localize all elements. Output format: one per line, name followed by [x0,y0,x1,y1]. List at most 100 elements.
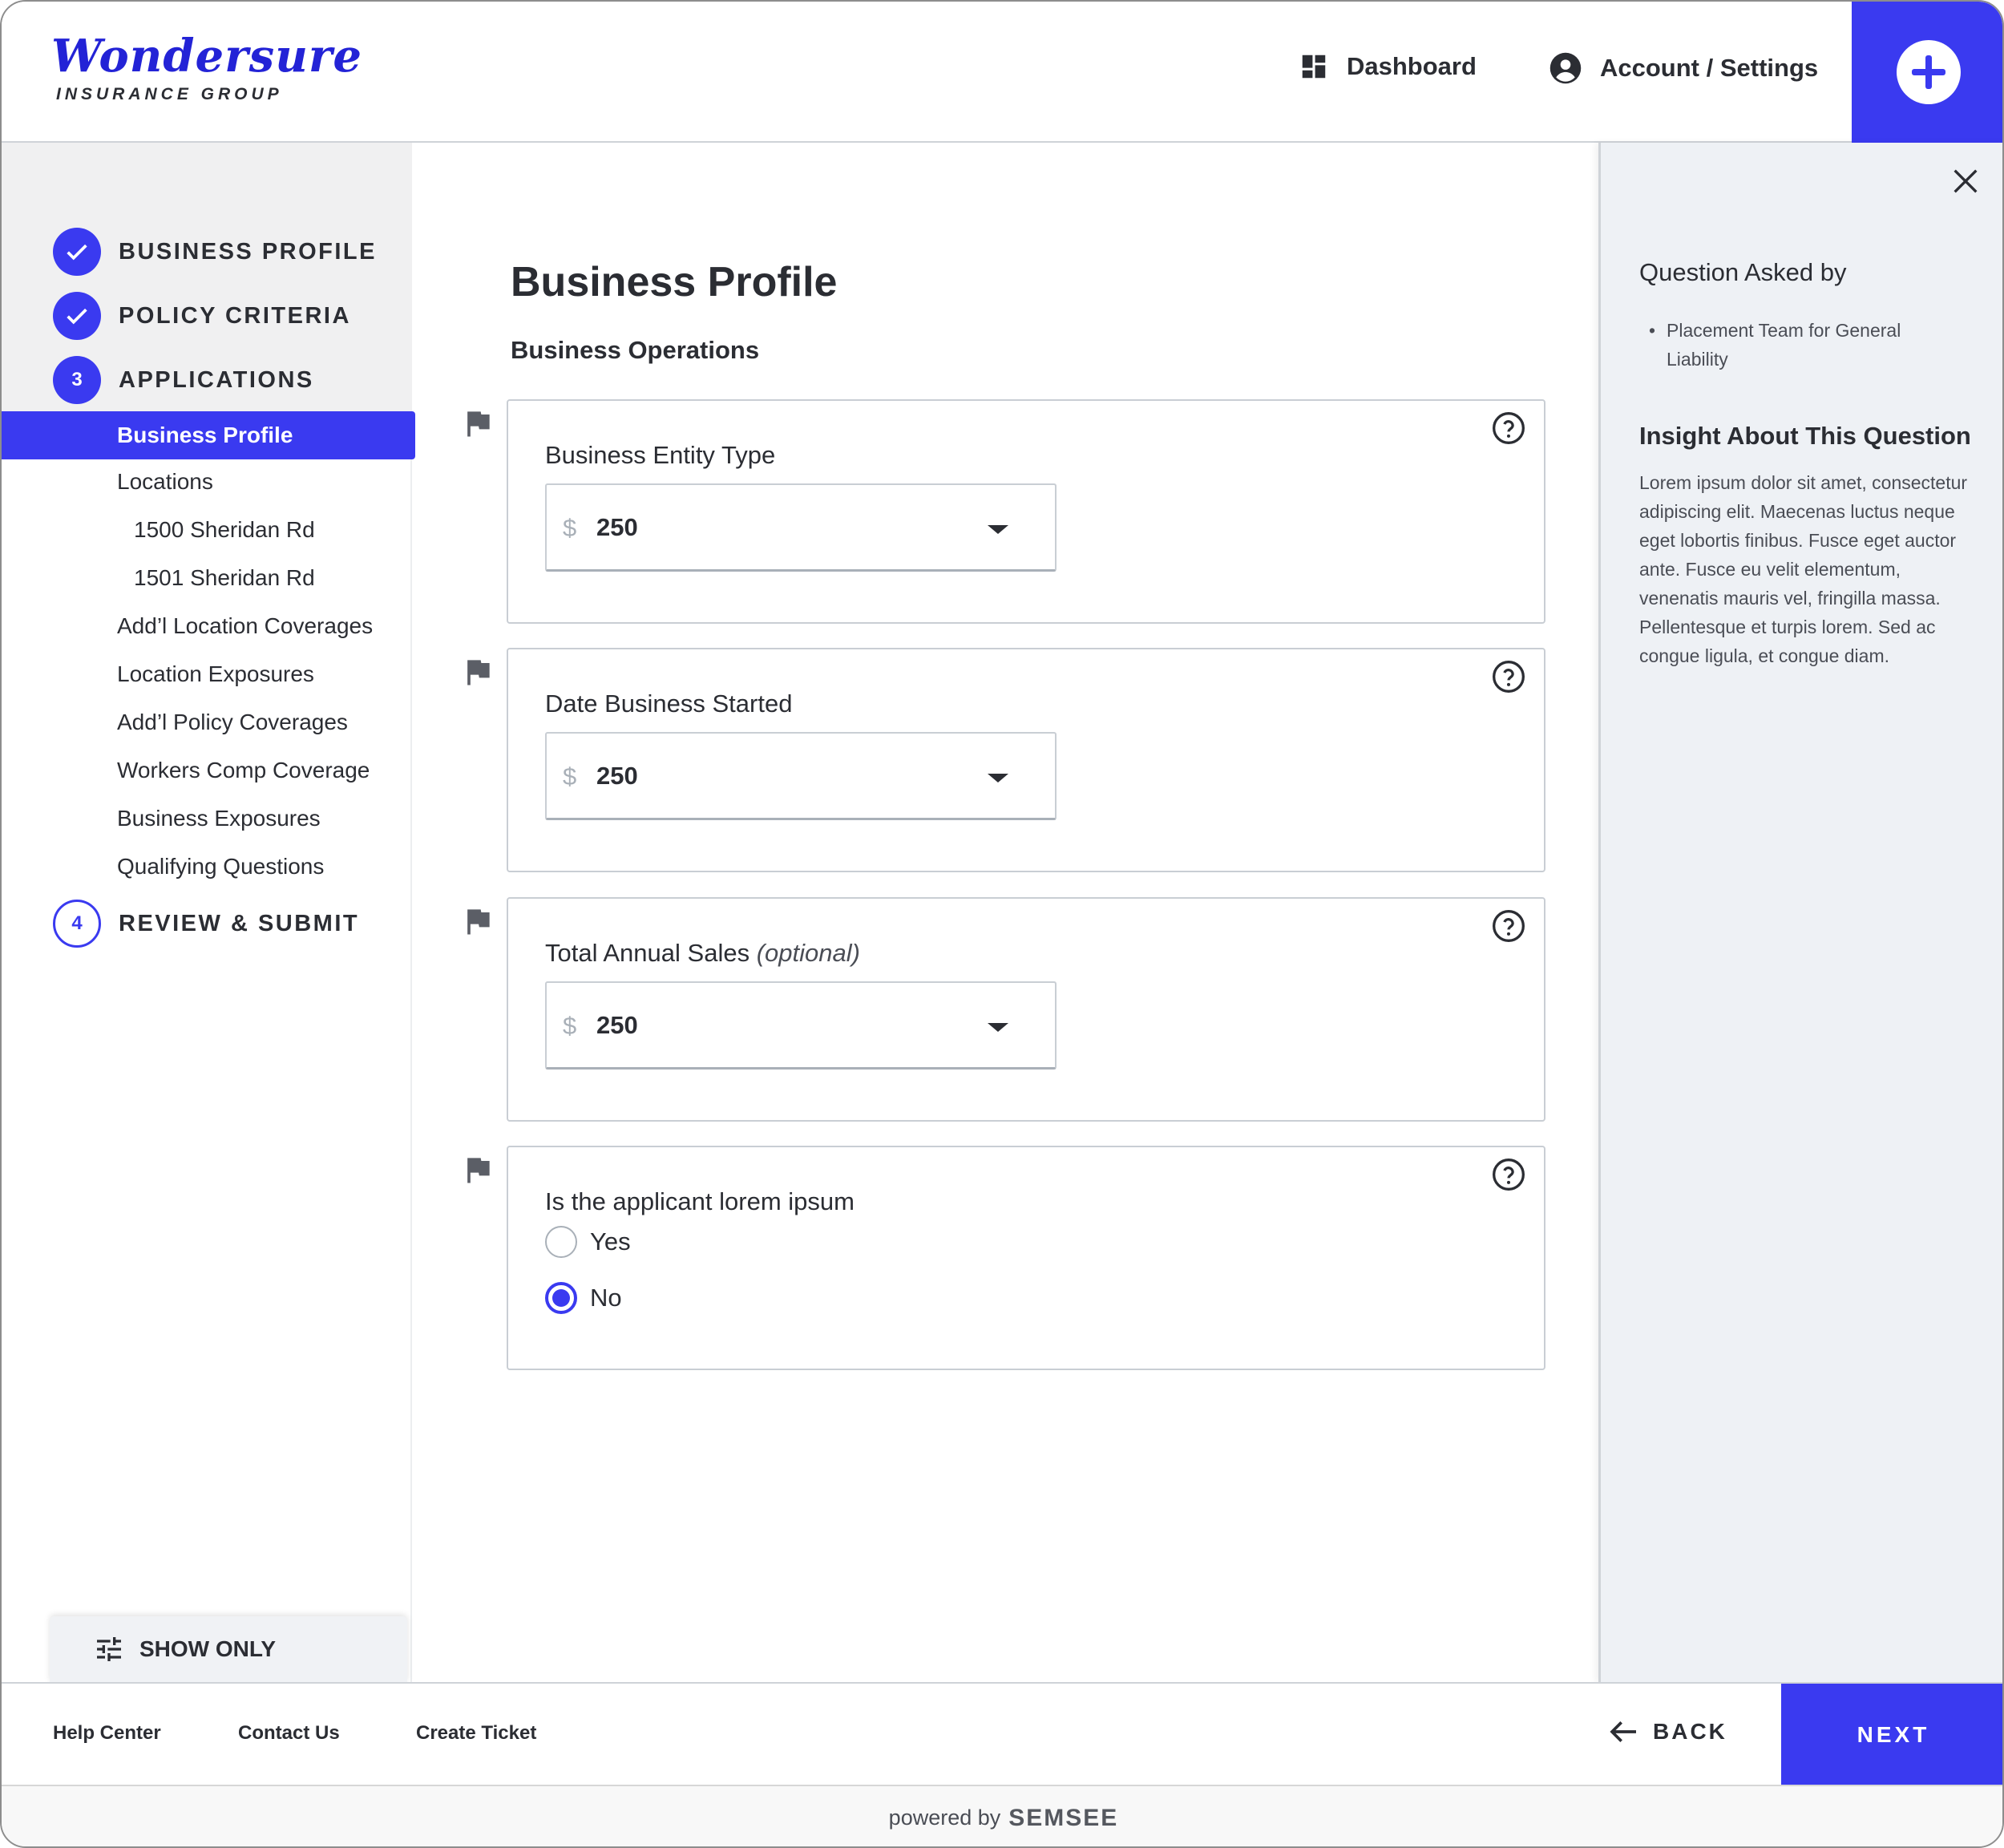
sidebar-item-location-1501[interactable]: 1501 Sheridan Rd [134,565,315,591]
question-insight-panel: Question Asked by Placement Team for Gen… [1598,143,2002,1682]
select-value: 250 [596,1011,638,1039]
footer-bar: Help Center Contact Us Create Ticket BAC… [2,1682,2002,1786]
powered-by-text: powered by [888,1806,1001,1830]
powered-by-bar: powered by SEMSEE [2,1785,2002,1846]
step-label: REVIEW & SUBMIT [119,910,360,936]
help-circle-icon[interactable] [1491,659,1526,694]
sidebar-item-location-exposures[interactable]: Location Exposures [117,661,314,687]
dashboard-link[interactable]: Dashboard [1299,51,1477,82]
step-policy-criteria[interactable]: POLICY CRITERIA [53,292,351,340]
contact-us-link[interactable]: Contact Us [238,1722,340,1745]
step-complete-badge [53,228,101,276]
radio-option-no[interactable]: No [545,1282,622,1314]
sidebar-item-business-exposures[interactable]: Business Exposures [117,806,321,831]
account-settings-label: Account / Settings [1600,54,1819,82]
question-label: Total Annual Sales (optional) [545,939,860,968]
sidebar-item-business-profile[interactable]: Business Profile [2,411,415,459]
radio-option-yes[interactable]: Yes [545,1226,631,1258]
help-center-link[interactable]: Help Center [53,1722,161,1745]
question-card-applicant-lorem-ipsum: Is the applicant lorem ipsum Yes No [507,1146,1545,1370]
insight-title: Insight About This Question [1639,422,1971,450]
main-content: Business Profile Business Operations Bus… [412,143,1598,1682]
brand-subtitle: INSURANCE GROUP [56,85,283,103]
total-annual-sales-select[interactable]: $ 250 [545,981,1057,1070]
currency-symbol: $ [563,1012,577,1040]
question-asked-by-item: Placement Team for General Liability [1649,316,1962,374]
powered-by-brand: SEMSEE [1008,1804,1119,1831]
help-circle-icon[interactable] [1491,410,1526,446]
help-circle-icon[interactable] [1491,908,1526,944]
question-text: Total Annual Sales [545,939,750,967]
question-card-business-entity-type: Business Entity Type $ 250 [507,399,1545,624]
arrow-left-icon [1610,1721,1636,1742]
question-card-date-business-started: Date Business Started $ 250 [507,648,1545,872]
date-business-started-select[interactable]: $ 250 [545,732,1057,820]
currency-symbol: $ [563,514,577,542]
step-label: POLICY CRITERIA [119,302,351,329]
question-text: Date Business Started [545,689,793,718]
sidebar-item-workers-comp-coverage[interactable]: Workers Comp Coverage [117,758,370,783]
select-value: 250 [596,513,638,541]
step-number-badge: 4 [53,900,101,948]
sidebar-item-qualifying-questions[interactable]: Qualifying Questions [117,854,324,880]
question-asked-by-title: Question Asked by [1639,258,1847,286]
check-icon [67,244,87,261]
sidebar-item-location-1500[interactable]: 1500 Sheridan Rd [134,517,315,543]
sidebar-item-locations[interactable]: Locations [117,469,213,495]
step-number-badge: 3 [53,356,101,404]
flag-icon[interactable] [460,904,495,939]
create-ticket-link[interactable]: Create Ticket [416,1722,536,1745]
caret-down-icon [988,1023,1008,1032]
help-circle-icon[interactable] [1491,1157,1526,1192]
business-entity-type-select[interactable]: $ 250 [545,483,1057,572]
page-title: Business Profile [511,259,838,305]
check-icon [67,308,87,325]
brand-logo[interactable]: Wondersure INSURANCE GROUP [51,34,362,104]
radio-button-selected[interactable] [545,1282,577,1314]
flag-icon[interactable] [460,1152,495,1187]
caret-down-icon [988,525,1008,534]
show-only-filter-button[interactable]: SHOW ONLY [50,1616,407,1682]
dashboard-icon [1302,55,1326,79]
top-header: Wondersure INSURANCE GROUP Dashboard Acc… [2,2,2002,143]
currency-symbol: $ [563,762,577,791]
app-window: Wondersure INSURANCE GROUP Dashboard Acc… [0,0,2004,1848]
step-complete-badge [53,292,101,340]
question-text: Is the applicant lorem ipsum [545,1187,855,1215]
close-icon[interactable] [1949,165,1982,197]
question-card-total-annual-sales: Total Annual Sales (optional) $ 250 [507,897,1545,1122]
sidebar-item-addl-location-coverages[interactable]: Add’l Location Coverages [117,613,373,639]
plus-circle-icon [1897,40,1961,104]
caret-down-icon [988,774,1008,782]
insight-body: Lorem ipsum dolor sit amet, consectetur … [1639,472,1968,666]
dashboard-label: Dashboard [1347,52,1477,80]
tune-sliders-icon [97,1637,121,1661]
back-label: BACK [1653,1719,1727,1744]
step-label: APPLICATIONS [119,366,314,393]
account-settings-link[interactable]: Account / Settings [1549,51,1818,85]
next-label: NEXT [1857,1722,1930,1747]
account-circle-icon [1549,52,1582,84]
sidebar-item-addl-policy-coverages[interactable]: Add’l Policy Coverages [117,710,348,735]
question-text: Business Entity Type [545,441,776,469]
question-label: Date Business Started [545,689,792,718]
brand-name: Wondersure [51,30,363,83]
radio-label: No [590,1284,622,1312]
radio-label: Yes [590,1227,631,1256]
show-only-label: SHOW ONLY [139,1636,277,1661]
back-button[interactable]: BACK [1608,1716,1727,1748]
flag-icon[interactable] [460,654,495,689]
optional-marker: (optional) [756,939,860,967]
add-new-button[interactable] [1852,2,2002,143]
radio-button[interactable] [545,1226,577,1258]
progress-sidebar: BUSINESS PROFILE POLICY CRITERIA 3 APPLI… [2,143,415,1682]
next-button[interactable]: NEXT [1781,1684,2002,1786]
flag-icon[interactable] [460,406,495,441]
step-review-submit[interactable]: 4 REVIEW & SUBMIT [53,900,359,948]
question-label: Is the applicant lorem ipsum [545,1187,855,1216]
section-title: Business Operations [511,336,760,364]
step-applications[interactable]: 3 APPLICATIONS [53,356,314,404]
question-label: Business Entity Type [545,441,775,470]
step-business-profile[interactable]: BUSINESS PROFILE [53,228,377,276]
select-value: 250 [596,762,638,790]
